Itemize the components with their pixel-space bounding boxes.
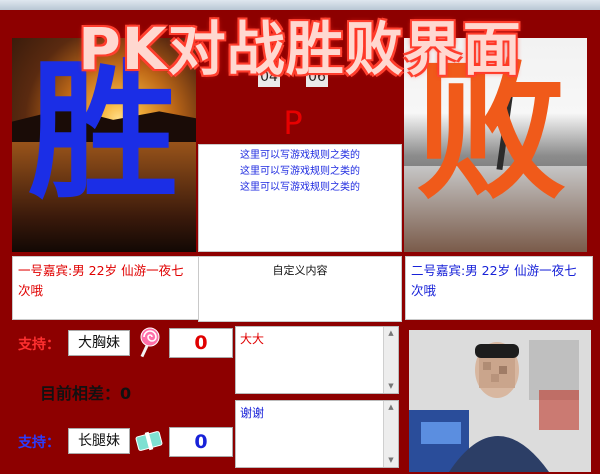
message-box-bottom[interactable]: 谢谢 ▲ ▼: [235, 400, 399, 468]
scroll-down-icon[interactable]: ▼: [384, 454, 398, 467]
message-box-top[interactable]: 大大 ▲ ▼: [235, 326, 399, 394]
scroll-down-icon[interactable]: ▼: [384, 380, 398, 393]
support-label-top: 支持：: [18, 337, 60, 353]
score-difference: 目前相差：0: [40, 384, 132, 403]
custom-content-label: 自定义内容: [272, 264, 328, 277]
lollipop-icon[interactable]: [136, 326, 162, 358]
left-guest-text: 一号嘉宾:男 22岁 仙游一夜七次哦: [18, 263, 184, 298]
score-top: 0: [169, 328, 233, 358]
score-bottom: 0: [169, 427, 233, 457]
right-guest-info: 二号嘉宾:男 22岁 仙游一夜七次哦: [405, 256, 593, 320]
gift-box-icon[interactable]: [134, 424, 166, 454]
scroll-up-icon[interactable]: ▲: [384, 327, 398, 340]
support-label-bottom: 支持：: [18, 435, 60, 451]
scrollbar[interactable]: ▲ ▼: [383, 401, 398, 467]
message-text-bottom: 谢谢: [240, 406, 265, 420]
left-guest-info: 一号嘉宾:男 22岁 仙游一夜七次哦: [12, 256, 200, 320]
scrollbar[interactable]: ▲ ▼: [383, 327, 398, 393]
webcam-view: [409, 330, 591, 472]
custom-content-panel: 自定义内容: [198, 256, 402, 322]
scroll-up-icon[interactable]: ▲: [384, 401, 398, 414]
supporter-name-top: 大胸妹: [68, 330, 130, 356]
rules-line: 这里可以写游戏规则之类的: [240, 182, 360, 193]
page-headline: PK对战胜败界面: [78, 15, 522, 83]
message-text-top: 大大: [240, 332, 265, 346]
rules-panel: 这里可以写游戏规则之类的 这里可以写游戏规则之类的 这里可以写游戏规则之类的: [198, 144, 402, 252]
rules-line: 这里可以写游戏规则之类的: [240, 150, 360, 161]
rules-line: 这里可以写游戏规则之类的: [240, 166, 360, 177]
supporter-name-bottom: 长腿妹: [68, 428, 130, 454]
right-guest-text: 二号嘉宾:男 22岁 仙游一夜七次哦: [411, 263, 577, 298]
